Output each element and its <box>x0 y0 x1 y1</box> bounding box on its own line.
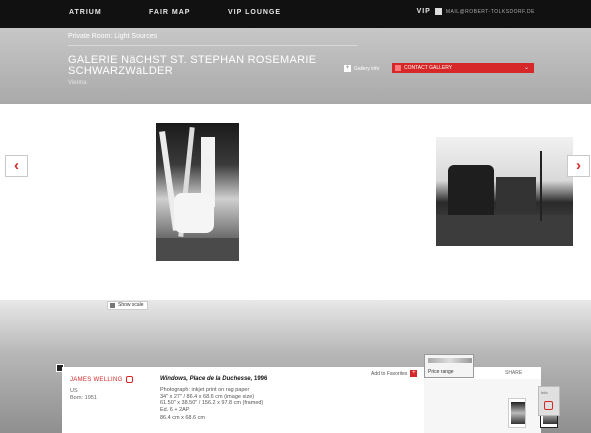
artwork-image-current[interactable] <box>156 123 239 261</box>
vip-label: VIP <box>416 8 431 15</box>
account-email[interactable]: MAIL@ROBERT-TOLKSDORF.DE <box>446 9 535 15</box>
artist-link[interactable]: JAMES WELLING <box>70 376 133 383</box>
favorites-label: Add to Favorites <box>371 370 408 377</box>
artwork-info-card: JAMES WELLING US Born: 1951 Windows, Pla… <box>62 354 560 433</box>
artist-name: JAMES WELLING <box>70 376 123 383</box>
artwork-title: Windows, Place de la Duchesse, 1996 <box>160 376 267 382</box>
contact-icon <box>395 65 401 71</box>
next-artwork-button[interactable]: › <box>567 155 590 177</box>
artist-meta: US Born: 1951 <box>70 388 97 402</box>
add-to-favorites-button[interactable]: Add to Favorites + <box>371 370 418 377</box>
nav-vip-lounge[interactable]: VIP LOUNGE <box>228 9 281 16</box>
scale-icon <box>110 303 115 308</box>
price-range-box[interactable]: Price range <box>424 354 474 378</box>
plus-icon: + <box>410 370 418 377</box>
show-scale-label: Show scale <box>118 302 144 308</box>
gallery-title: GALERIE NäCHST ST. STEPHAN ROSEMARIE SCH… <box>68 54 317 77</box>
top-nav: ATRIUM FAIR MAP VIP LOUNGE VIP MAIL@ROBE… <box>0 0 591 28</box>
show-scale-toggle[interactable]: Show scale <box>107 301 148 310</box>
mail-icon <box>434 8 442 15</box>
artist-origin: US <box>70 388 78 394</box>
artist-born: Born: 1951 <box>70 395 97 401</box>
tag-icon <box>544 401 553 410</box>
prev-artwork-button[interactable]: ‹ <box>5 155 28 177</box>
plus-icon: + <box>344 65 351 72</box>
divider <box>68 45 358 46</box>
info-label: Info <box>541 390 548 395</box>
artwork-image-next[interactable] <box>436 137 573 246</box>
share-button[interactable]: SHARE <box>505 370 522 376</box>
artwork-year: 1996 <box>253 376 268 382</box>
tag-icon <box>125 376 133 383</box>
info-button[interactable]: Info <box>538 386 560 416</box>
thumbnail-strip <box>424 379 558 433</box>
gallery-info-button[interactable]: + Gallery info <box>344 65 379 72</box>
breadcrumb[interactable]: Private Room: Light Sources <box>68 33 157 40</box>
gallery-city: Vienna <box>68 80 87 86</box>
vip-account[interactable]: VIP MAIL@ROBERT-TOLKSDORF.DE <box>417 8 535 15</box>
artwork-viewer: ‹ › <box>0 104 591 300</box>
artwork-size-cm: 86.4 cm x 68.6 cm <box>160 415 205 421</box>
gallery-header: Private Room: Light Sources GALERIE NäCH… <box>0 28 591 104</box>
thumbnail-1[interactable] <box>508 398 526 428</box>
artwork-edition: Ed. 6 + 2AP <box>160 406 190 413</box>
price-range-bar <box>428 358 472 363</box>
contact-gallery-dropdown[interactable]: CONTACT GALLERY ⌄ <box>392 63 534 73</box>
nav-fair-map[interactable]: FAIR MAP <box>149 9 190 16</box>
artwork-title-text: Windows, Place de la Duchesse, <box>160 376 253 382</box>
price-range-label: Price range <box>428 369 454 375</box>
nav-atrium[interactable]: ATRIUM <box>69 9 102 16</box>
artwork-details: Photograph: inkjet print on rag paper 34… <box>160 387 360 422</box>
chevron-down-icon: ⌄ <box>523 65 529 71</box>
contact-gallery-label: CONTACT GALLERY <box>404 65 453 71</box>
gallery-info-label: Gallery info <box>354 65 380 72</box>
